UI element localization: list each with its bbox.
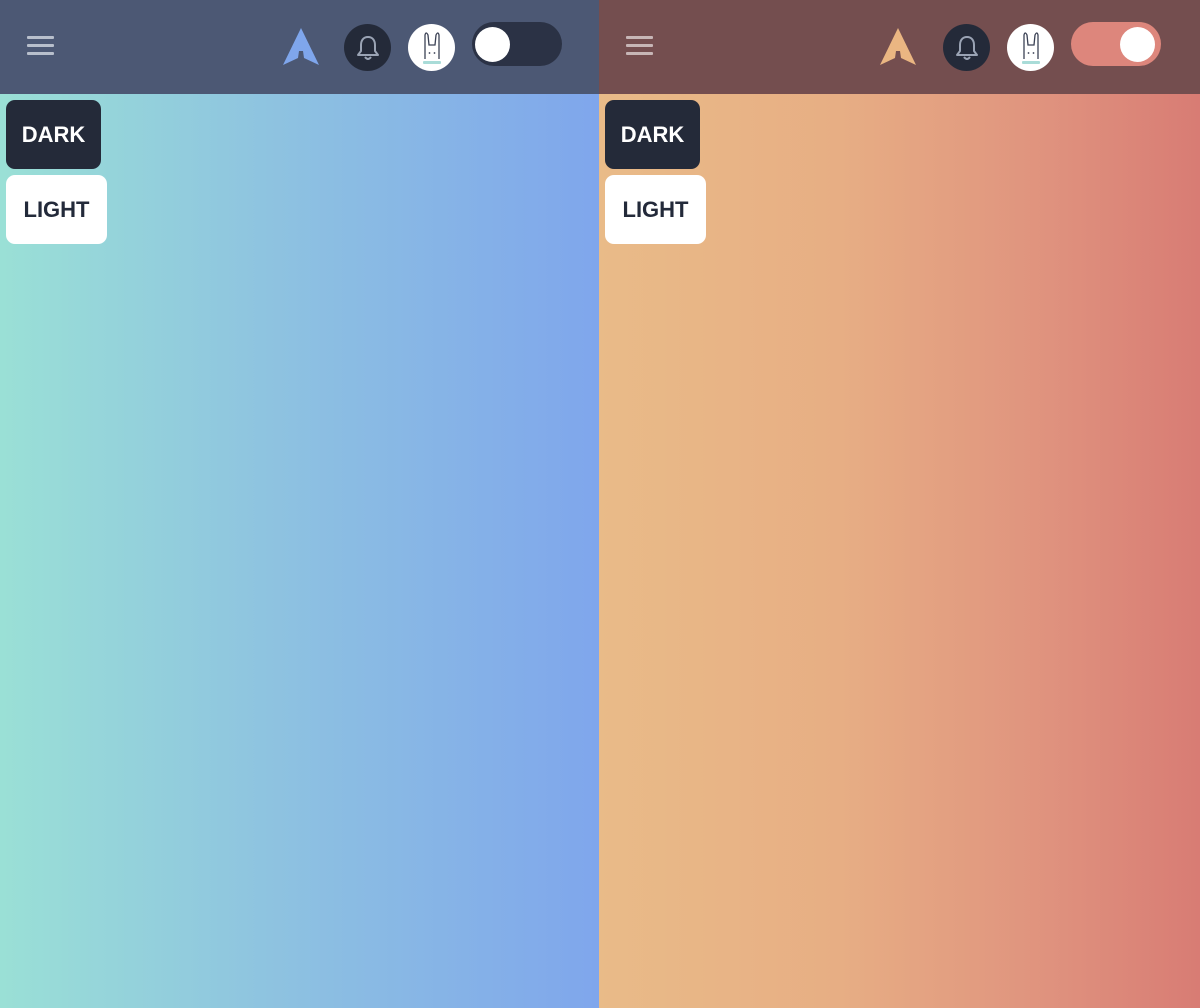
hamburger-menu-icon[interactable] xyxy=(626,36,654,58)
top-app-bar xyxy=(599,0,1200,94)
theme-toggle-switch[interactable] xyxy=(472,22,562,66)
bunny-avatar-icon xyxy=(1021,31,1040,64)
user-avatar[interactable] xyxy=(408,24,455,71)
gradient-canvas: DARK LIGHT xyxy=(0,94,599,1008)
theme-toggle-switch[interactable] xyxy=(1071,22,1161,66)
gradient-canvas: DARK LIGHT xyxy=(599,94,1200,1008)
bell-icon xyxy=(356,35,379,60)
dark-theme-button[interactable]: DARK xyxy=(605,100,700,169)
theme-preview-orange: DARK LIGHT xyxy=(599,0,1200,1008)
toggle-knob xyxy=(1120,27,1155,62)
notifications-button[interactable] xyxy=(943,24,990,71)
user-avatar[interactable] xyxy=(1007,24,1054,71)
bell-icon xyxy=(955,35,978,60)
logo-arrow-icon xyxy=(880,28,916,65)
toggle-knob xyxy=(475,27,510,62)
bunny-avatar-icon xyxy=(422,31,441,64)
notifications-button[interactable] xyxy=(344,24,391,71)
top-app-bar xyxy=(0,0,599,94)
dark-theme-button[interactable]: DARK xyxy=(6,100,101,169)
theme-preview-blue: DARK LIGHT xyxy=(0,0,599,1008)
hamburger-menu-icon[interactable] xyxy=(27,36,55,58)
logo-arrow-icon xyxy=(283,28,319,65)
light-theme-button[interactable]: LIGHT xyxy=(605,175,706,244)
light-theme-button[interactable]: LIGHT xyxy=(6,175,107,244)
